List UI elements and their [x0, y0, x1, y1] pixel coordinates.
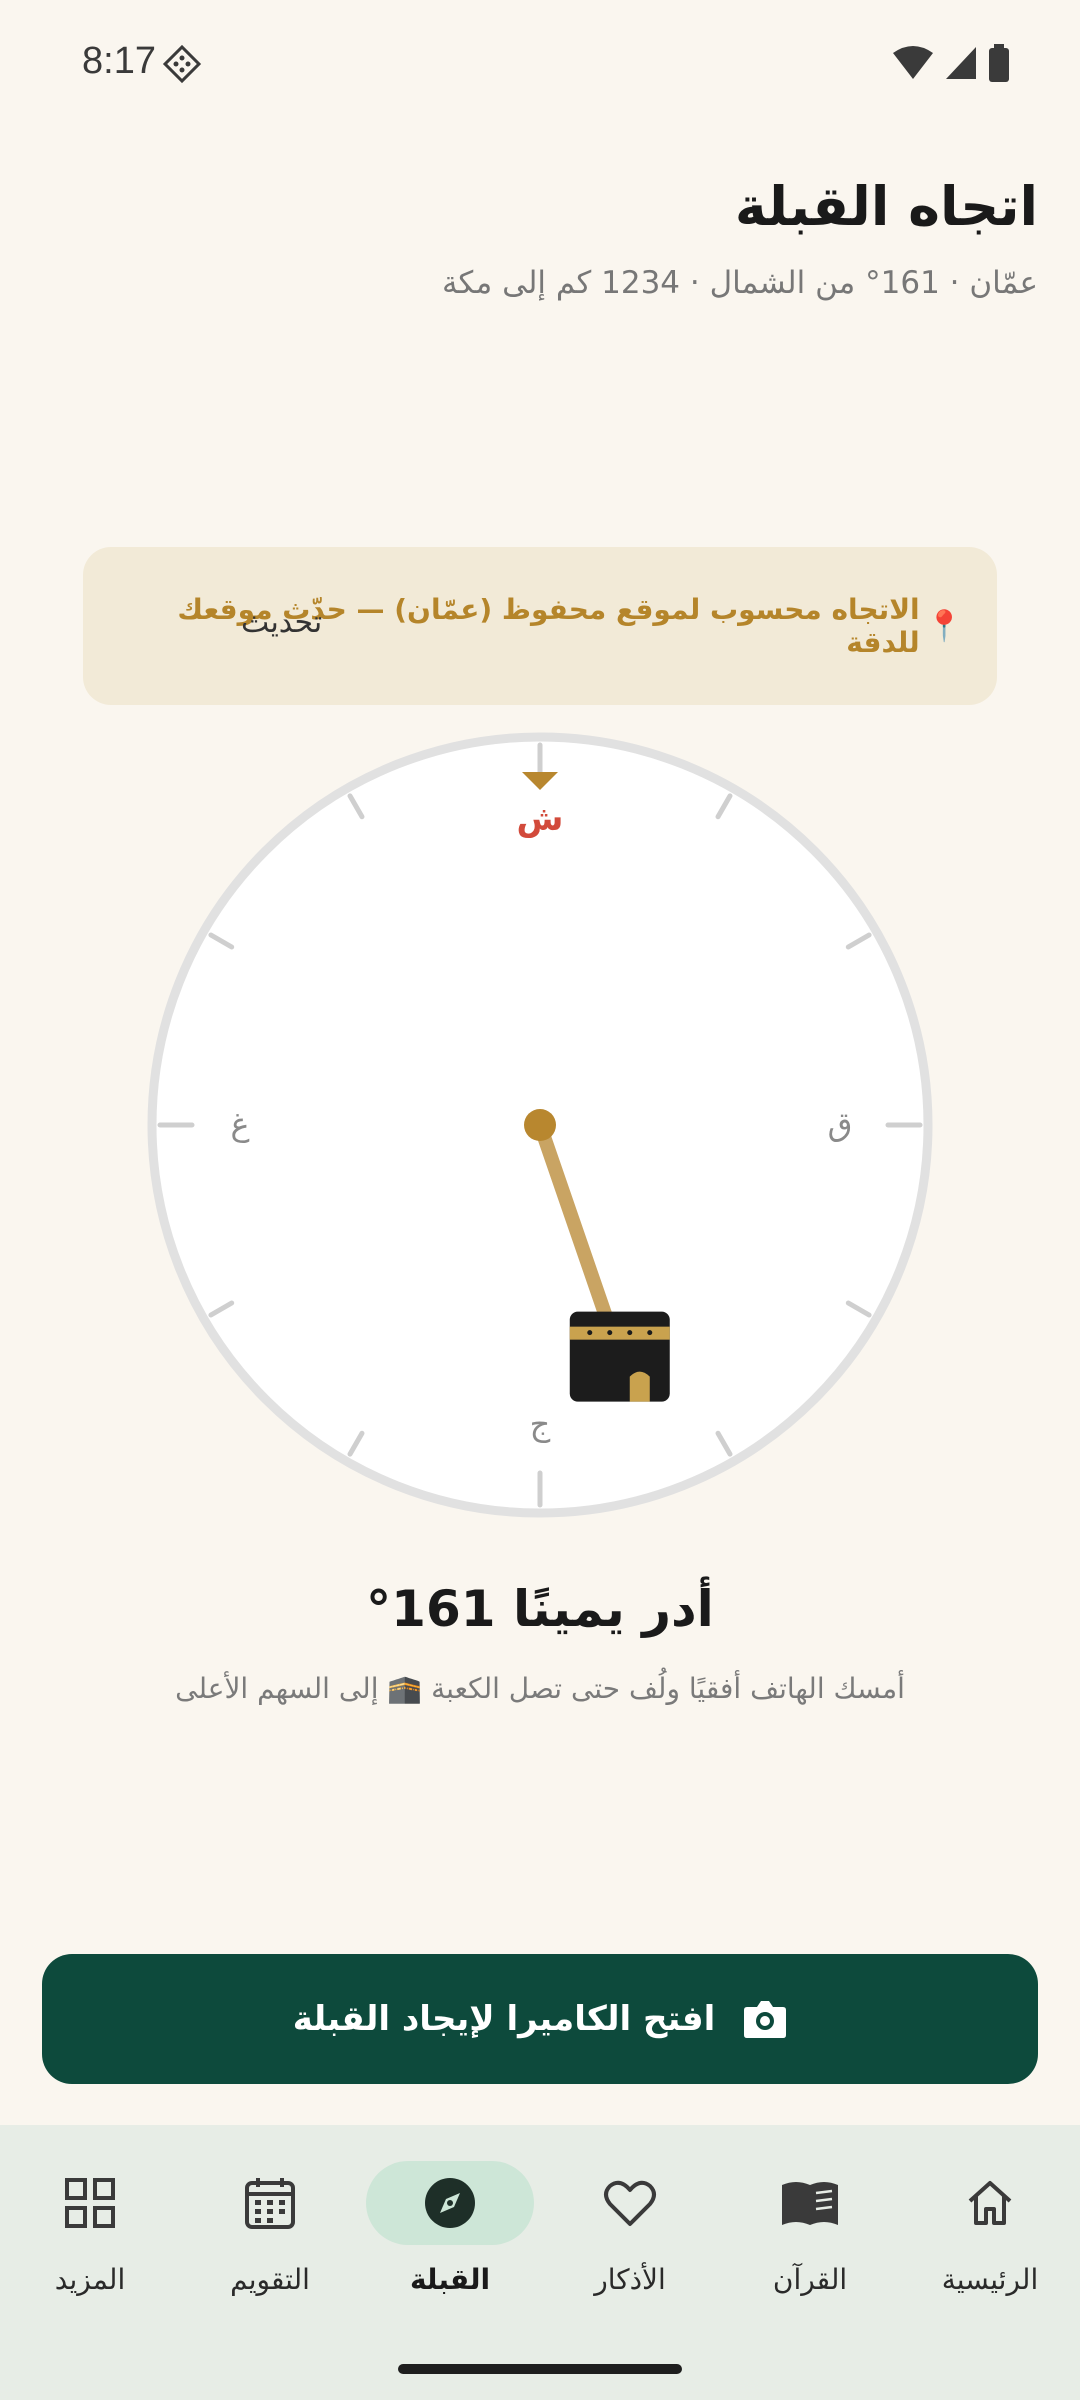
turn-instruction: أدر يمينًا 161° [366, 1580, 714, 1638]
nav-label-more: المزيد [54, 2263, 126, 2296]
wifi-icon [893, 46, 933, 79]
home-indicator[interactable] [398, 2364, 682, 2374]
update-location-button[interactable]: تحديث [241, 605, 322, 640]
nav-label-adhkar: الأذكار [594, 2263, 666, 2296]
nav-item-home[interactable]: الرئيسية [900, 2125, 1080, 2400]
needle-pivot [524, 1109, 556, 1141]
calendar-icon [245, 2178, 295, 2229]
compass-east-label: ق [828, 1105, 853, 1143]
nav-label-qibla: القبلة [409, 2263, 491, 2296]
heart-icon [604, 2180, 656, 2226]
notification-icon [162, 44, 202, 84]
compass-south-label: ج [530, 1405, 551, 1443]
page-title: اتجاه القبلة [734, 175, 1038, 238]
nav-item-qibla[interactable]: القبلة [360, 2125, 540, 2400]
nav-item-more[interactable]: المزيد [0, 2125, 180, 2400]
nav-item-adhkar[interactable]: الأذكار [540, 2125, 720, 2400]
bottom-navigation: الرئيسية القرآن الأذكار القبلة التقويم ا… [0, 2125, 1080, 2400]
page-subtitle: عمّان · 161° من الشمال · 1234 كم إلى مكة [441, 265, 1038, 301]
nav-label-home: الرئيسية [941, 2263, 1039, 2296]
nav-label-calendar: التقويم [230, 2263, 310, 2296]
compass-west-label: غ [230, 1105, 249, 1143]
nav-item-calendar[interactable]: التقويم [180, 2125, 360, 2400]
nav-item-quran[interactable]: القرآن [720, 2125, 900, 2400]
compass-north-label: ش [517, 799, 564, 839]
qibla-compass: ش ق ج غ [147, 732, 933, 1518]
status-bar: 8:17 [0, 0, 1080, 128]
compass-icon [425, 2178, 475, 2228]
book-icon [782, 2182, 838, 2225]
open-camera-button[interactable]: افتح الكاميرا لإيجاد القبلة [42, 1954, 1038, 2084]
pin-icon: 📍 [925, 608, 963, 644]
status-time: 8:17 [82, 40, 156, 82]
signal-icon [946, 47, 976, 79]
kaaba-icon [569, 1311, 670, 1402]
grid-icon [65, 2178, 115, 2228]
nav-label-quran: القرآن [772, 2263, 848, 2296]
banner-text: الاتجاه محسوب لموقع محفوظ (عمّان) — حدّث… [177, 593, 920, 659]
location-banner: 📍 الاتجاه محسوب لموقع محفوظ (عمّان) — حد… [83, 547, 997, 705]
battery-icon [989, 44, 1009, 82]
turn-hint: أمسك الهاتف أفقيًا ولُف حتى تصل الكعبة 🕋… [175, 1672, 905, 1705]
home-icon [968, 2181, 1012, 2225]
camera-icon [744, 2001, 787, 2038]
open-camera-label: افتح الكاميرا لإيجاد القبلة [292, 1999, 716, 2039]
